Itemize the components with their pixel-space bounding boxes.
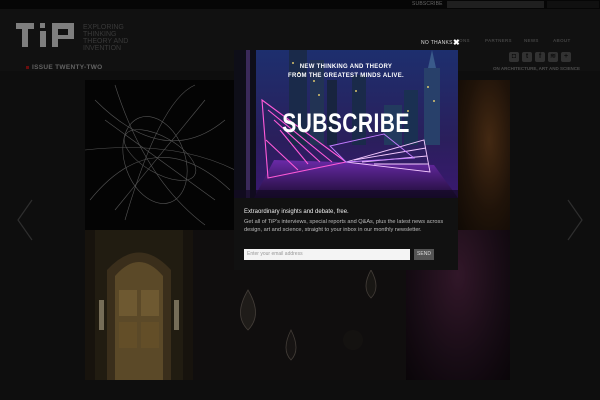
- subscribe-modal: NO THANKS ✖ NEW THINKING AND THEORY FROM…: [234, 34, 460, 270]
- subscribe-hero-image: NEW THINKING AND THEORY FROM THE GREATES…: [234, 50, 458, 198]
- subscribe-title: SUBSCRIBE: [282, 108, 410, 138]
- no-thanks-button[interactable]: NO THANKS: [421, 40, 453, 46]
- email-field[interactable]: Enter your email address: [244, 249, 410, 260]
- headline-line-2: FROM THE GREATEST MINDS ALIVE.: [287, 73, 404, 79]
- subscribe-intro: Extraordinary insights and debate, free.: [244, 209, 349, 215]
- send-button[interactable]: SEND: [414, 249, 434, 260]
- subscribe-description: Get all of TiP's interviews, special rep…: [244, 219, 444, 233]
- headline-line-1: NEW THINKING AND THEORY: [299, 64, 393, 70]
- close-icon[interactable]: ✖: [453, 38, 460, 47]
